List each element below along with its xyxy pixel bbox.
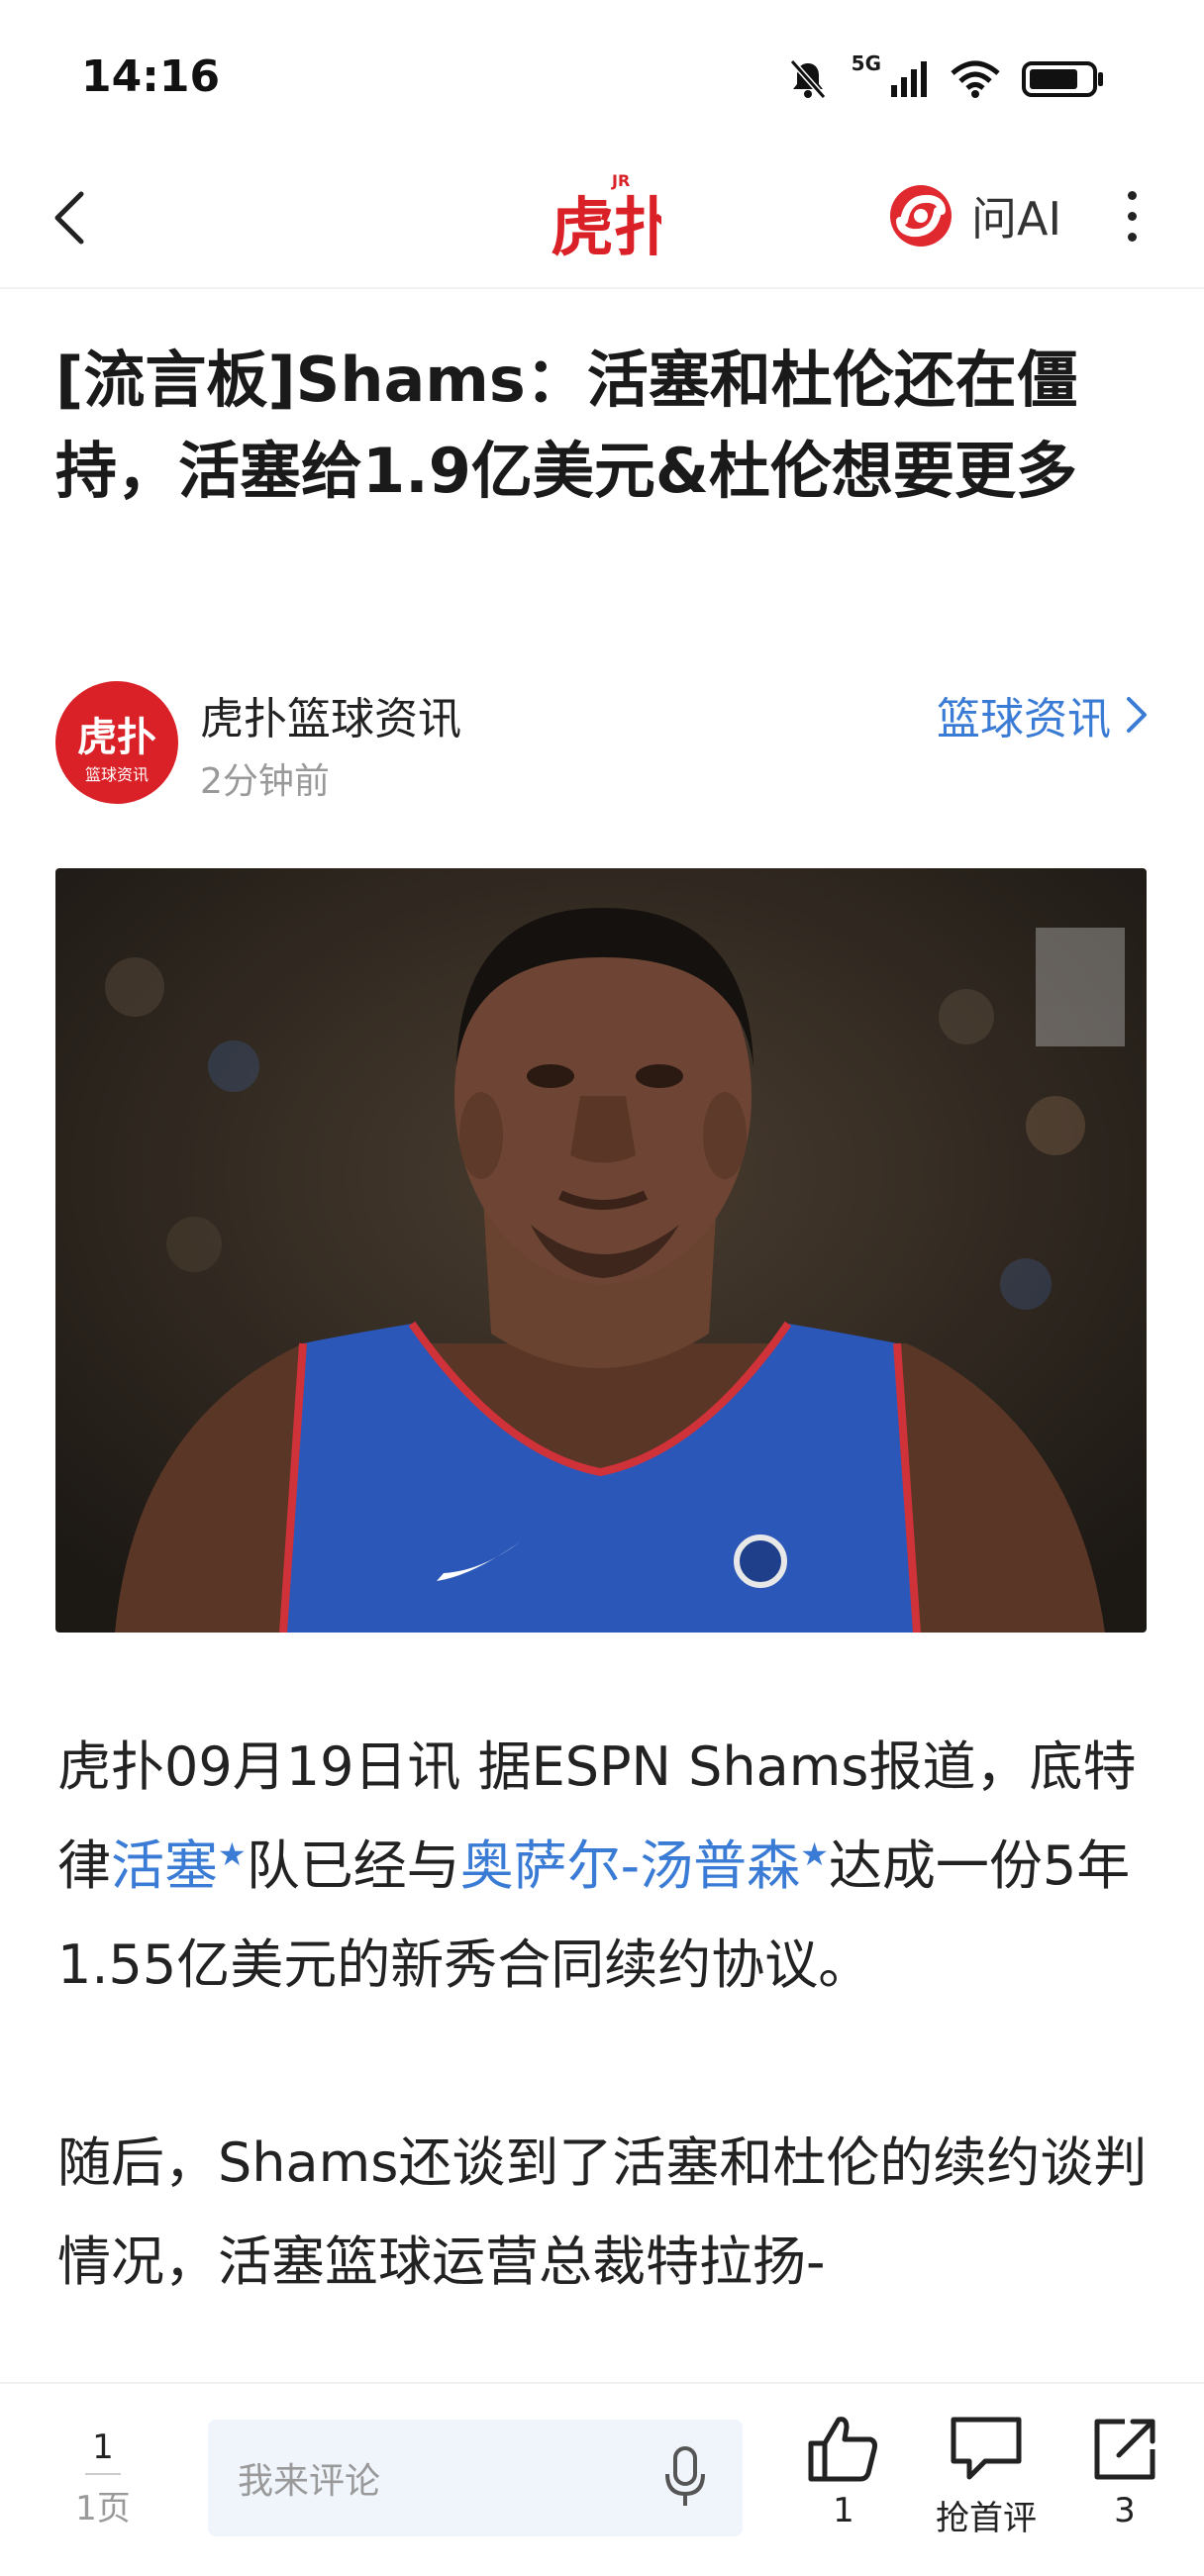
microphone-icon[interactable] — [663, 2446, 707, 2510]
avatar-text-bottom: 篮球资讯 — [85, 765, 149, 784]
more-dot-icon — [1127, 211, 1137, 221]
article-title: [流言板]Shams：活塞和杜伦还在僵持，活塞给1.9亿美元&杜伦想要更多 — [55, 344, 1078, 507]
status-bar: 14:16 5G — [0, 0, 1204, 149]
post-time: 2分钟前 — [200, 761, 330, 802]
comment-label: 抢首评 — [936, 2499, 1037, 2538]
comment-input[interactable]: 我来评论 — [208, 2420, 743, 2536]
thumbs-up-icon — [808, 2417, 877, 2482]
ai-logo-icon — [890, 185, 952, 247]
status-icons: 5G — [786, 50, 1105, 109]
team-link-pistons[interactable]: 活塞 — [111, 1834, 218, 1897]
battery-icon — [1022, 61, 1103, 97]
comment-bubble-icon — [951, 2417, 1022, 2480]
author-name[interactable]: 虎扑篮球资讯 — [200, 683, 461, 746]
bottom-action-bar: 1 1页 我来评论 1 抢首评 3 — [0, 2382, 1204, 2576]
category-link[interactable]: 篮球资讯 — [937, 683, 1149, 746]
comment-placeholder: 我来评论 — [238, 2461, 381, 2502]
logo-text: 虎扑 — [551, 192, 661, 265]
more-dot-icon — [1127, 232, 1137, 242]
star-icon: ★ — [800, 1835, 829, 1873]
hupu-logo: 虎扑 JR — [543, 162, 677, 271]
network-label: 5G — [851, 51, 881, 75]
share-icon — [1094, 2419, 1155, 2480]
paragraph-text: 随后，Shams还谈到了活塞和杜伦的续约谈判情况，活塞篮球运营总裁特拉扬- — [57, 2131, 1148, 2293]
mute-icon — [789, 59, 826, 99]
logo-badge: JR — [611, 171, 630, 190]
player-link-ausar-thompson[interactable]: 奥萨尔-汤普森 — [460, 1834, 801, 1897]
share-button[interactable]: 3 — [1089, 2414, 1160, 2530]
page-total: 1页 — [75, 2489, 131, 2528]
signal-icon — [891, 61, 927, 97]
status-time: 14:16 — [81, 51, 221, 102]
like-count: 1 — [833, 2491, 854, 2530]
page-divider — [85, 2473, 121, 2475]
more-options-button[interactable] — [1107, 176, 1156, 255]
ask-ai-button[interactable]: 问AI — [886, 176, 1061, 255]
author-row: 虎扑 篮球资讯 虎扑篮球资讯 2分钟前 篮球资讯 — [55, 673, 1149, 804]
back-button[interactable] — [40, 178, 99, 257]
author-avatar[interactable]: 虎扑 篮球资讯 — [55, 681, 178, 804]
wifi-icon — [951, 60, 1000, 98]
chevron-right-icon — [1127, 697, 1147, 733]
top-navigation-bar: 虎扑 JR 问AI — [0, 149, 1204, 289]
share-count: 3 — [1114, 2491, 1136, 2530]
star-icon: ★ — [218, 1835, 247, 1873]
ask-ai-label: 问AI — [971, 192, 1062, 246]
article-photo[interactable] — [55, 868, 1147, 1633]
article-paragraph: 随后，Shams还谈到了活塞和杜伦的续约谈判情况，活塞篮球运营总裁特拉扬- — [57, 2114, 1151, 2312]
category-label: 篮球资讯 — [937, 694, 1111, 744]
avatar-text-top: 虎扑 — [77, 715, 156, 760]
article-paragraph: 虎扑09月19日讯 据ESPN Shams报道，底特律活塞★队已经与奥萨尔-汤普… — [57, 1718, 1151, 2015]
comment-button[interactable]: 抢首评 — [936, 2414, 1037, 2539]
page-indicator[interactable]: 1 1页 — [55, 2427, 150, 2529]
paragraph-text: 队已经与 — [246, 1834, 460, 1897]
page-current: 1 — [92, 2427, 114, 2467]
more-dot-icon — [1127, 190, 1137, 200]
like-button[interactable]: 1 — [807, 2414, 880, 2530]
article-body: 虎扑09月19日讯 据ESPN Shams报道，底特律活塞★队已经与奥萨尔-汤普… — [57, 1718, 1151, 2411]
back-arrow-icon — [54, 191, 84, 245]
